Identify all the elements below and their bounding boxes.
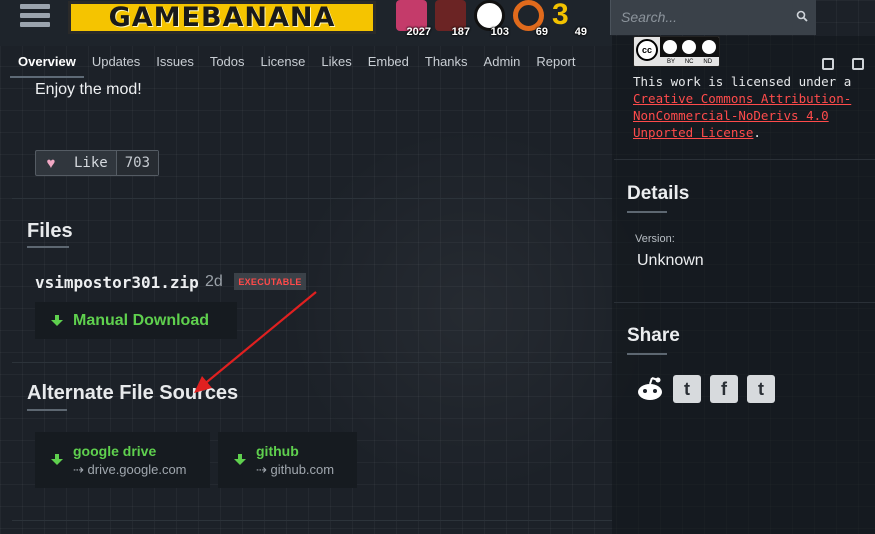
divider [12, 198, 612, 199]
tab-todos[interactable]: Todos [202, 50, 253, 78]
heading-underline [627, 353, 667, 355]
like-label: Like [74, 155, 108, 171]
like-count: 703 [115, 151, 159, 175]
divider [614, 302, 875, 303]
tab-overview[interactable]: Overview [10, 50, 84, 78]
profile-tabs: Overview Updates Issues Todos License Likes Em… [10, 50, 583, 78]
cc-license-badge[interactable]: cc BY NC ND [633, 36, 720, 67]
game-count: 2027 [406, 26, 431, 38]
game-icons-bar: 2027 187 103 69 3 49 [396, 0, 587, 38]
login-icon[interactable] [822, 58, 834, 70]
nd-icon [702, 40, 717, 54]
file-age: 2d [205, 273, 223, 290]
tab-likes[interactable]: Likes [313, 50, 359, 78]
divider [614, 159, 875, 160]
download-arrow-icon [51, 314, 63, 326]
tumblr-icon[interactable]: t [747, 375, 775, 403]
gamebanana-logo[interactable]: GAMEBANANA [68, 1, 376, 34]
alt-source-github[interactable]: github ⇢ github.com [218, 432, 357, 488]
reddit-icon[interactable] [636, 375, 664, 403]
share-heading: Share [627, 325, 680, 346]
heading-underline [27, 409, 67, 411]
description-text: Enjoy the mod! [35, 81, 142, 98]
version-value: Unknown [637, 252, 704, 269]
by-icon [662, 40, 677, 54]
menu-icon[interactable] [20, 4, 50, 34]
search-input[interactable] [621, 7, 781, 27]
game-count: 103 [490, 26, 509, 38]
clipboard-icon[interactable] [852, 58, 864, 70]
tab-thanks[interactable]: Thanks [417, 50, 476, 78]
download-arrow-icon [51, 454, 63, 465]
top-bar: GAMEBANANA 2027 187 103 69 3 49 [0, 0, 612, 46]
alt-source-url: ⇢ github.com [256, 461, 335, 477]
sidebar-action-icons [822, 58, 864, 70]
share-buttons: t f t [636, 375, 775, 403]
alt-source-url: ⇢ drive.google.com [73, 461, 187, 477]
executable-badge: EXECUTABLE [234, 273, 306, 290]
details-heading: Details [627, 183, 690, 204]
annotation-arrow [194, 291, 317, 393]
heart-icon: ♥ [46, 154, 56, 172]
nc-icon [682, 40, 697, 54]
smash-game-icon[interactable]: 103 [474, 0, 509, 38]
divider [12, 520, 612, 521]
cc-icon: cc [636, 39, 658, 61]
heading-underline [27, 246, 69, 248]
tab-admin[interactable]: Admin [476, 50, 529, 78]
tf2-game-icon[interactable]: 69 [513, 0, 548, 38]
twitter-icon[interactable]: t [673, 375, 701, 403]
tab-report[interactable]: Report [528, 50, 583, 78]
file-name: vsimpostor301.zip [35, 273, 199, 292]
alt-source-google-drive[interactable]: google drive ⇢ drive.google.com [35, 432, 210, 488]
tab-license[interactable]: License [253, 50, 314, 78]
facebook-icon[interactable]: f [710, 375, 738, 403]
heading-underline [627, 211, 667, 213]
game-count: 49 [574, 26, 587, 38]
game-count: 187 [451, 26, 470, 38]
search-box [610, 0, 816, 35]
license-link[interactable]: Creative Commons Attribution-NonCommerci… [633, 91, 851, 140]
tab-issues[interactable]: Issues [148, 50, 202, 78]
like-button[interactable]: ♥ Like 703 [35, 150, 160, 176]
alt-source-name: google drive [73, 442, 157, 459]
dark-game-icon[interactable]: 187 [435, 0, 470, 38]
tab-updates[interactable]: Updates [84, 50, 148, 78]
link-icon: ⇢ [256, 461, 271, 477]
version-label: Version: [635, 233, 675, 245]
three-game-icon[interactable]: 3 49 [552, 0, 587, 38]
tab-embed[interactable]: Embed [360, 50, 417, 78]
license-text: This work is licensed under a Creative C… [633, 74, 852, 140]
fnf-game-icon[interactable]: 2027 [396, 0, 431, 38]
files-heading: Files [27, 220, 73, 242]
main-column: Enjoy the mod! ♥ Like 703 Files vsimpost… [0, 78, 612, 534]
link-icon: ⇢ [73, 461, 88, 477]
download-arrow-icon [234, 454, 246, 465]
game-count: 69 [535, 26, 548, 38]
search-icon[interactable] [796, 10, 808, 22]
alt-source-name: github [256, 442, 299, 459]
